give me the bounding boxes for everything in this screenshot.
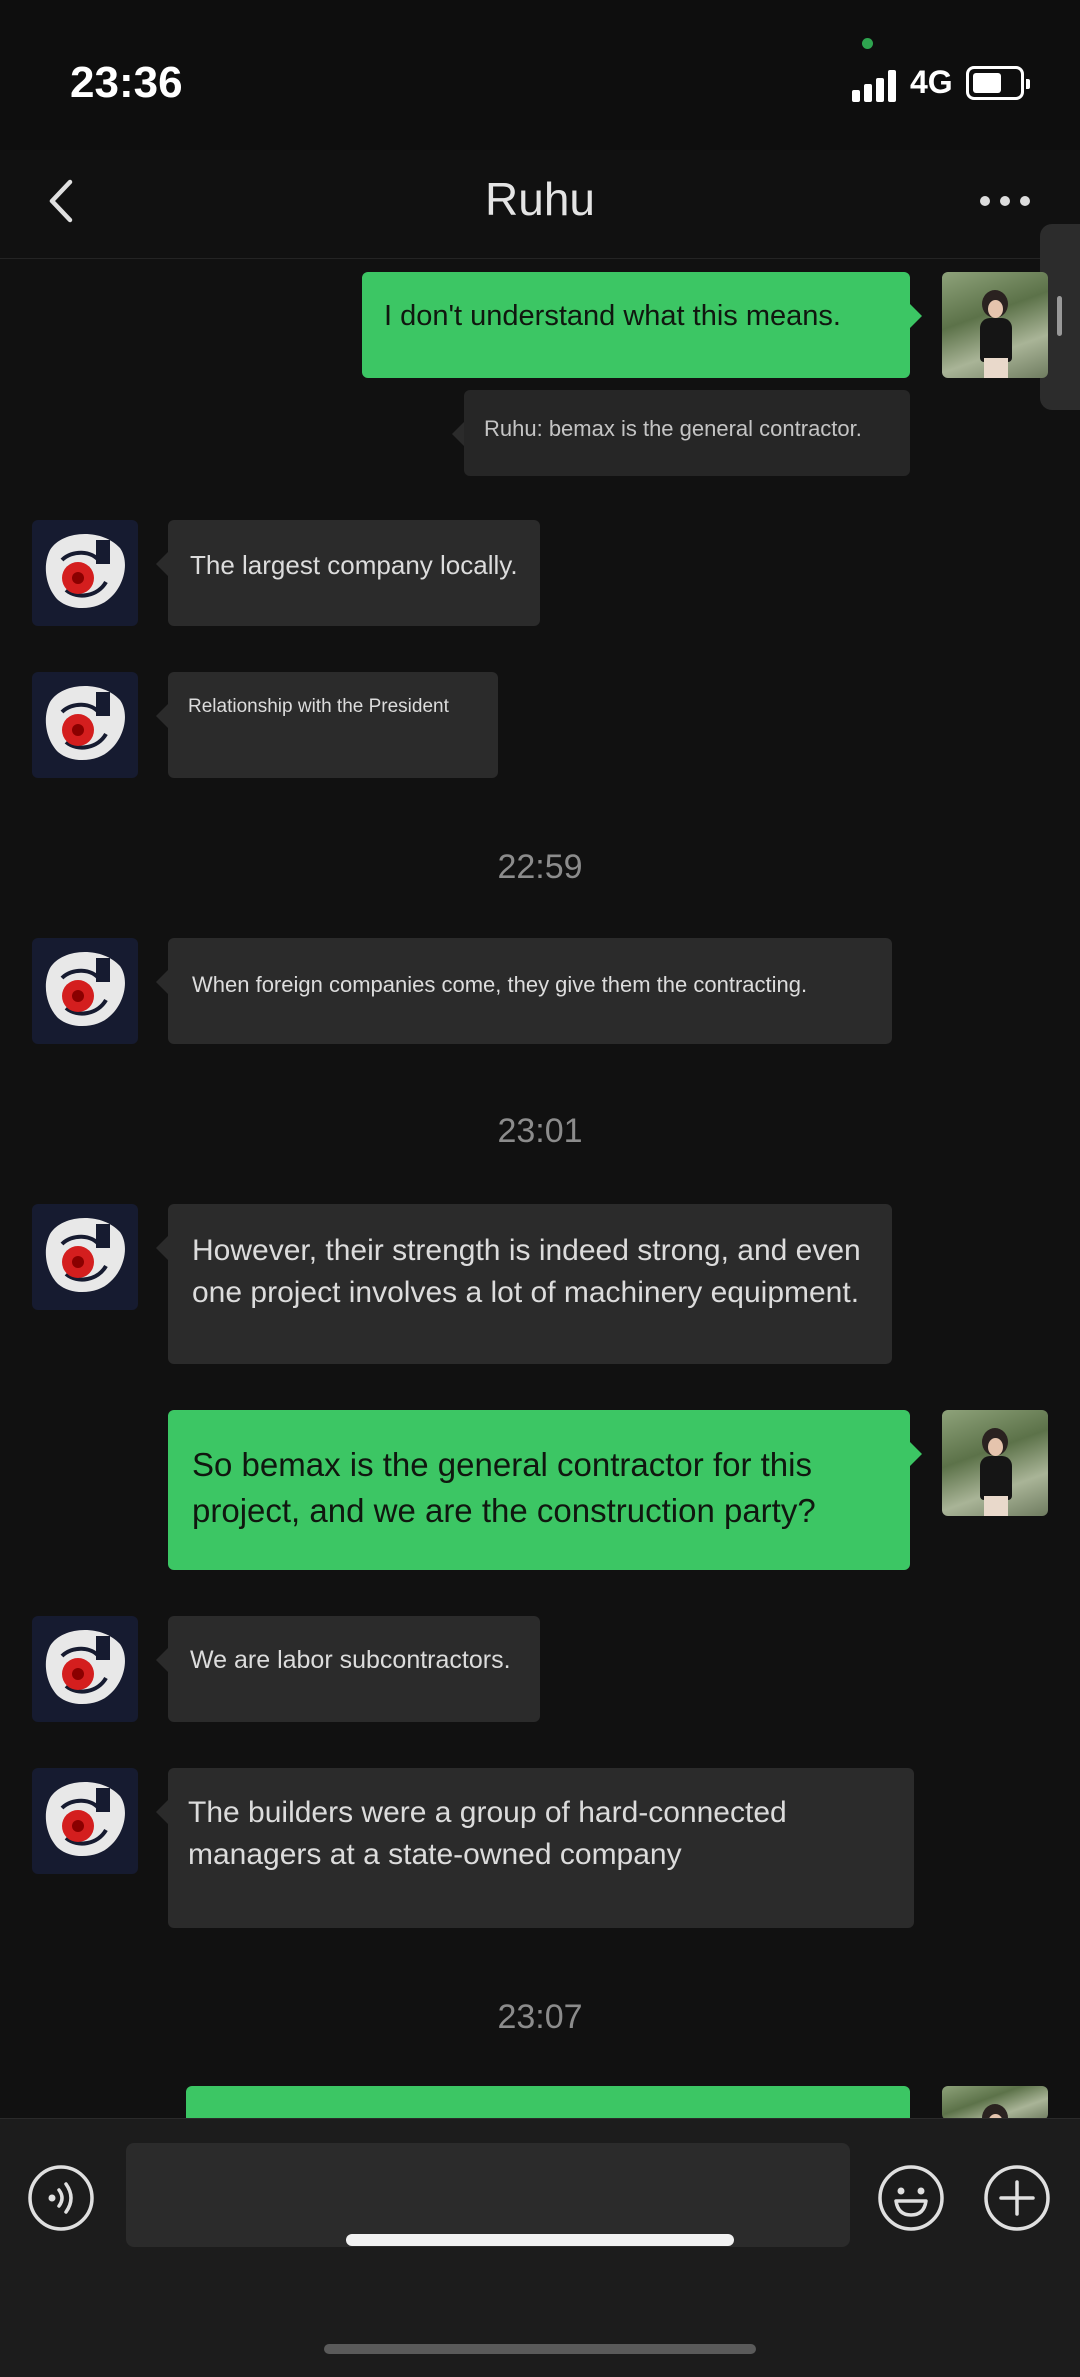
quoted-text: Ruhu: bemax is the general contractor. [484,416,862,441]
signal-strength-icon [852,70,898,102]
message-bubble-incoming[interactable]: We are labor subcontractors. [156,1616,540,1722]
home-indicator[interactable] [346,2234,734,2246]
message-text: So bemax is the general contractor for t… [192,1446,816,1529]
message-bubble-outgoing[interactable]: I don't understand what this means. [362,272,922,378]
message-timestamp: 23:01 [497,1112,583,1150]
avatar-self[interactable] [942,272,1048,378]
voice-icon[interactable] [26,2163,96,2233]
message-text: We are labor subcontractors. [190,1646,511,1674]
message-timestamp: 23:07 [497,1998,583,2036]
message-text: The builders were a group of hard-connec… [188,1796,787,1871]
avatar-contact[interactable] [32,520,138,626]
emoji-icon[interactable] [876,2163,946,2233]
status-bar: 23:36 4G [0,0,1080,150]
chat-header: Ruhu [0,150,1080,259]
message-bubble-outgoing[interactable]: So bemax is the general contractor for t… [168,1410,922,1570]
message-input-bar [0,2118,1080,2377]
message-input[interactable] [126,2143,850,2247]
quoted-message[interactable]: Ruhu: bemax is the general contractor. [452,390,910,476]
avatar-contact[interactable] [32,672,138,778]
message-bubble-incoming[interactable]: The builders were a group of hard-connec… [156,1768,914,1928]
message-text: Relationship with the President [188,696,449,717]
message-text: However, their strength is indeed strong… [192,1234,861,1309]
message-bubble-incoming[interactable]: When foreign companies come, they give t… [156,938,892,1044]
avatar-contact[interactable] [32,1204,138,1310]
privacy-indicator-dot [862,38,873,49]
message-timestamp: 22:59 [497,848,583,886]
status-time: 23:36 [70,58,183,107]
avatar-self[interactable] [942,1410,1048,1516]
message-bubble-incoming[interactable]: However, their strength is indeed strong… [156,1204,892,1364]
message-text: I don't understand what this means. [384,300,841,332]
avatar-contact[interactable] [32,1768,138,1874]
avatar-self[interactable] [942,2086,1048,2120]
avatar-contact[interactable] [32,938,138,1044]
more-dots-icon[interactable] [980,194,1032,210]
battery-icon [966,66,1030,100]
chat-title: Ruhu [485,173,595,225]
message-text: When foreign companies come, they give t… [192,972,808,997]
message-bubble-incoming[interactable]: The largest company locally. [156,520,540,626]
network-type: 4G [910,64,953,100]
message-bubble-incoming[interactable]: Relationship with the President [156,672,498,778]
plus-icon[interactable] [982,2163,1052,2233]
message-text: The largest company locally. [190,550,518,580]
avatar-contact[interactable] [32,1616,138,1722]
home-indicator-shadow [324,2344,756,2354]
